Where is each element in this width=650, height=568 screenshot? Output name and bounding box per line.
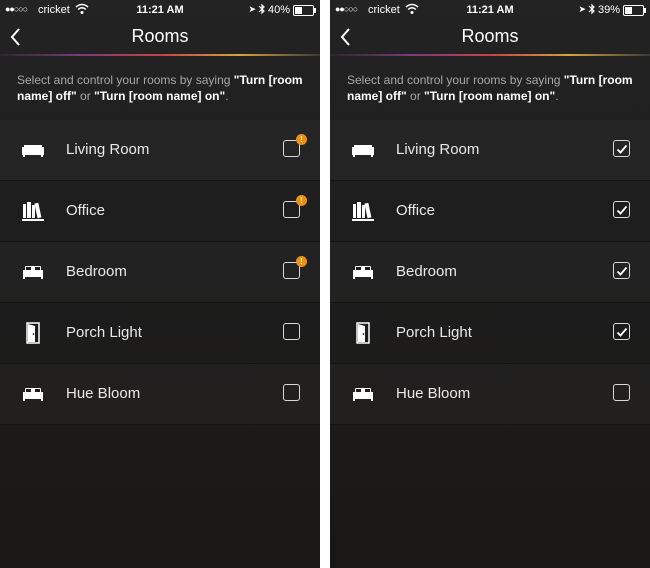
navigation-bar: Rooms: [0, 20, 320, 55]
instructions-text: Select and control your rooms by saying …: [17, 73, 303, 103]
room-row[interactable]: Living Room: [330, 120, 650, 181]
instructions-text: Select and control your rooms by saying …: [347, 73, 633, 103]
room-checkbox[interactable]: [613, 140, 630, 157]
bookshelf-icon: [20, 199, 46, 223]
phone-screen: ●●○○○ cricket 11:21 AM ➤ 40% Rooms Selec…: [0, 0, 320, 568]
header-divider: [0, 54, 320, 56]
location-arrow-icon: ➤: [248, 4, 256, 14]
bed-icon: [20, 382, 46, 406]
alert-badge-icon: !: [296, 134, 307, 145]
checkmark-icon: [616, 203, 628, 215]
battery-icon: [293, 5, 316, 16]
room-row[interactable]: Hue Bloom: [0, 364, 320, 425]
room-label: Office: [396, 202, 435, 219]
battery-icon: [623, 5, 646, 16]
room-label: Bedroom: [66, 263, 127, 280]
location-arrow-icon: ➤: [578, 4, 586, 14]
checkmark-icon: [616, 264, 628, 276]
battery-percent: 39%: [597, 4, 620, 16]
room-checkbox[interactable]: [613, 323, 630, 340]
page-title: Rooms: [461, 26, 519, 46]
alert-badge-icon: !: [296, 256, 307, 267]
room-row[interactable]: Hue Bloom: [330, 364, 650, 425]
room-checkbox[interactable]: [613, 384, 630, 401]
room-row[interactable]: Living Room !: [0, 120, 320, 181]
room-row[interactable]: Office: [330, 181, 650, 242]
phone-screen: ●●○○○ cricket 11:21 AM ➤ 39% Rooms Selec…: [330, 0, 650, 568]
room-row[interactable]: Bedroom: [330, 242, 650, 303]
door-icon: [20, 321, 46, 345]
sofa-icon: [350, 138, 376, 162]
bluetooth-icon: [588, 3, 596, 18]
bed-icon: [350, 382, 376, 406]
header-divider: [330, 54, 650, 56]
room-label: Hue Bloom: [66, 385, 141, 402]
room-label: Porch Light: [66, 324, 142, 341]
room-checkbox[interactable]: [613, 262, 630, 279]
bluetooth-icon: [258, 3, 266, 18]
room-label: Office: [66, 202, 105, 219]
door-icon: [350, 321, 376, 345]
status-bar: ●●○○○ cricket 11:21 AM ➤ 39%: [330, 0, 650, 20]
bookshelf-icon: [350, 199, 376, 223]
bed-icon: [350, 260, 376, 284]
battery-percent: 40%: [267, 4, 290, 16]
alert-badge-icon: !: [296, 195, 307, 206]
room-label: Porch Light: [396, 324, 472, 341]
room-checkbox[interactable]: [613, 201, 630, 218]
checkmark-icon: [616, 325, 628, 337]
sofa-icon: [20, 138, 46, 162]
room-label: Living Room: [66, 141, 150, 158]
room-row[interactable]: Porch Light: [0, 303, 320, 364]
navigation-bar: Rooms: [330, 20, 650, 55]
room-label: Hue Bloom: [396, 385, 471, 402]
status-bar: ●●○○○ cricket 11:21 AM ➤ 40%: [0, 0, 320, 20]
room-row[interactable]: Porch Light: [330, 303, 650, 364]
bed-icon: [20, 260, 46, 284]
room-label: Bedroom: [396, 263, 457, 280]
room-checkbox[interactable]: [283, 323, 300, 340]
room-checkbox[interactable]: [283, 384, 300, 401]
room-row[interactable]: Bedroom !: [0, 242, 320, 303]
room-label: Living Room: [396, 141, 480, 158]
room-row[interactable]: Office !: [0, 181, 320, 242]
page-title: Rooms: [131, 26, 189, 46]
checkmark-icon: [616, 142, 628, 154]
